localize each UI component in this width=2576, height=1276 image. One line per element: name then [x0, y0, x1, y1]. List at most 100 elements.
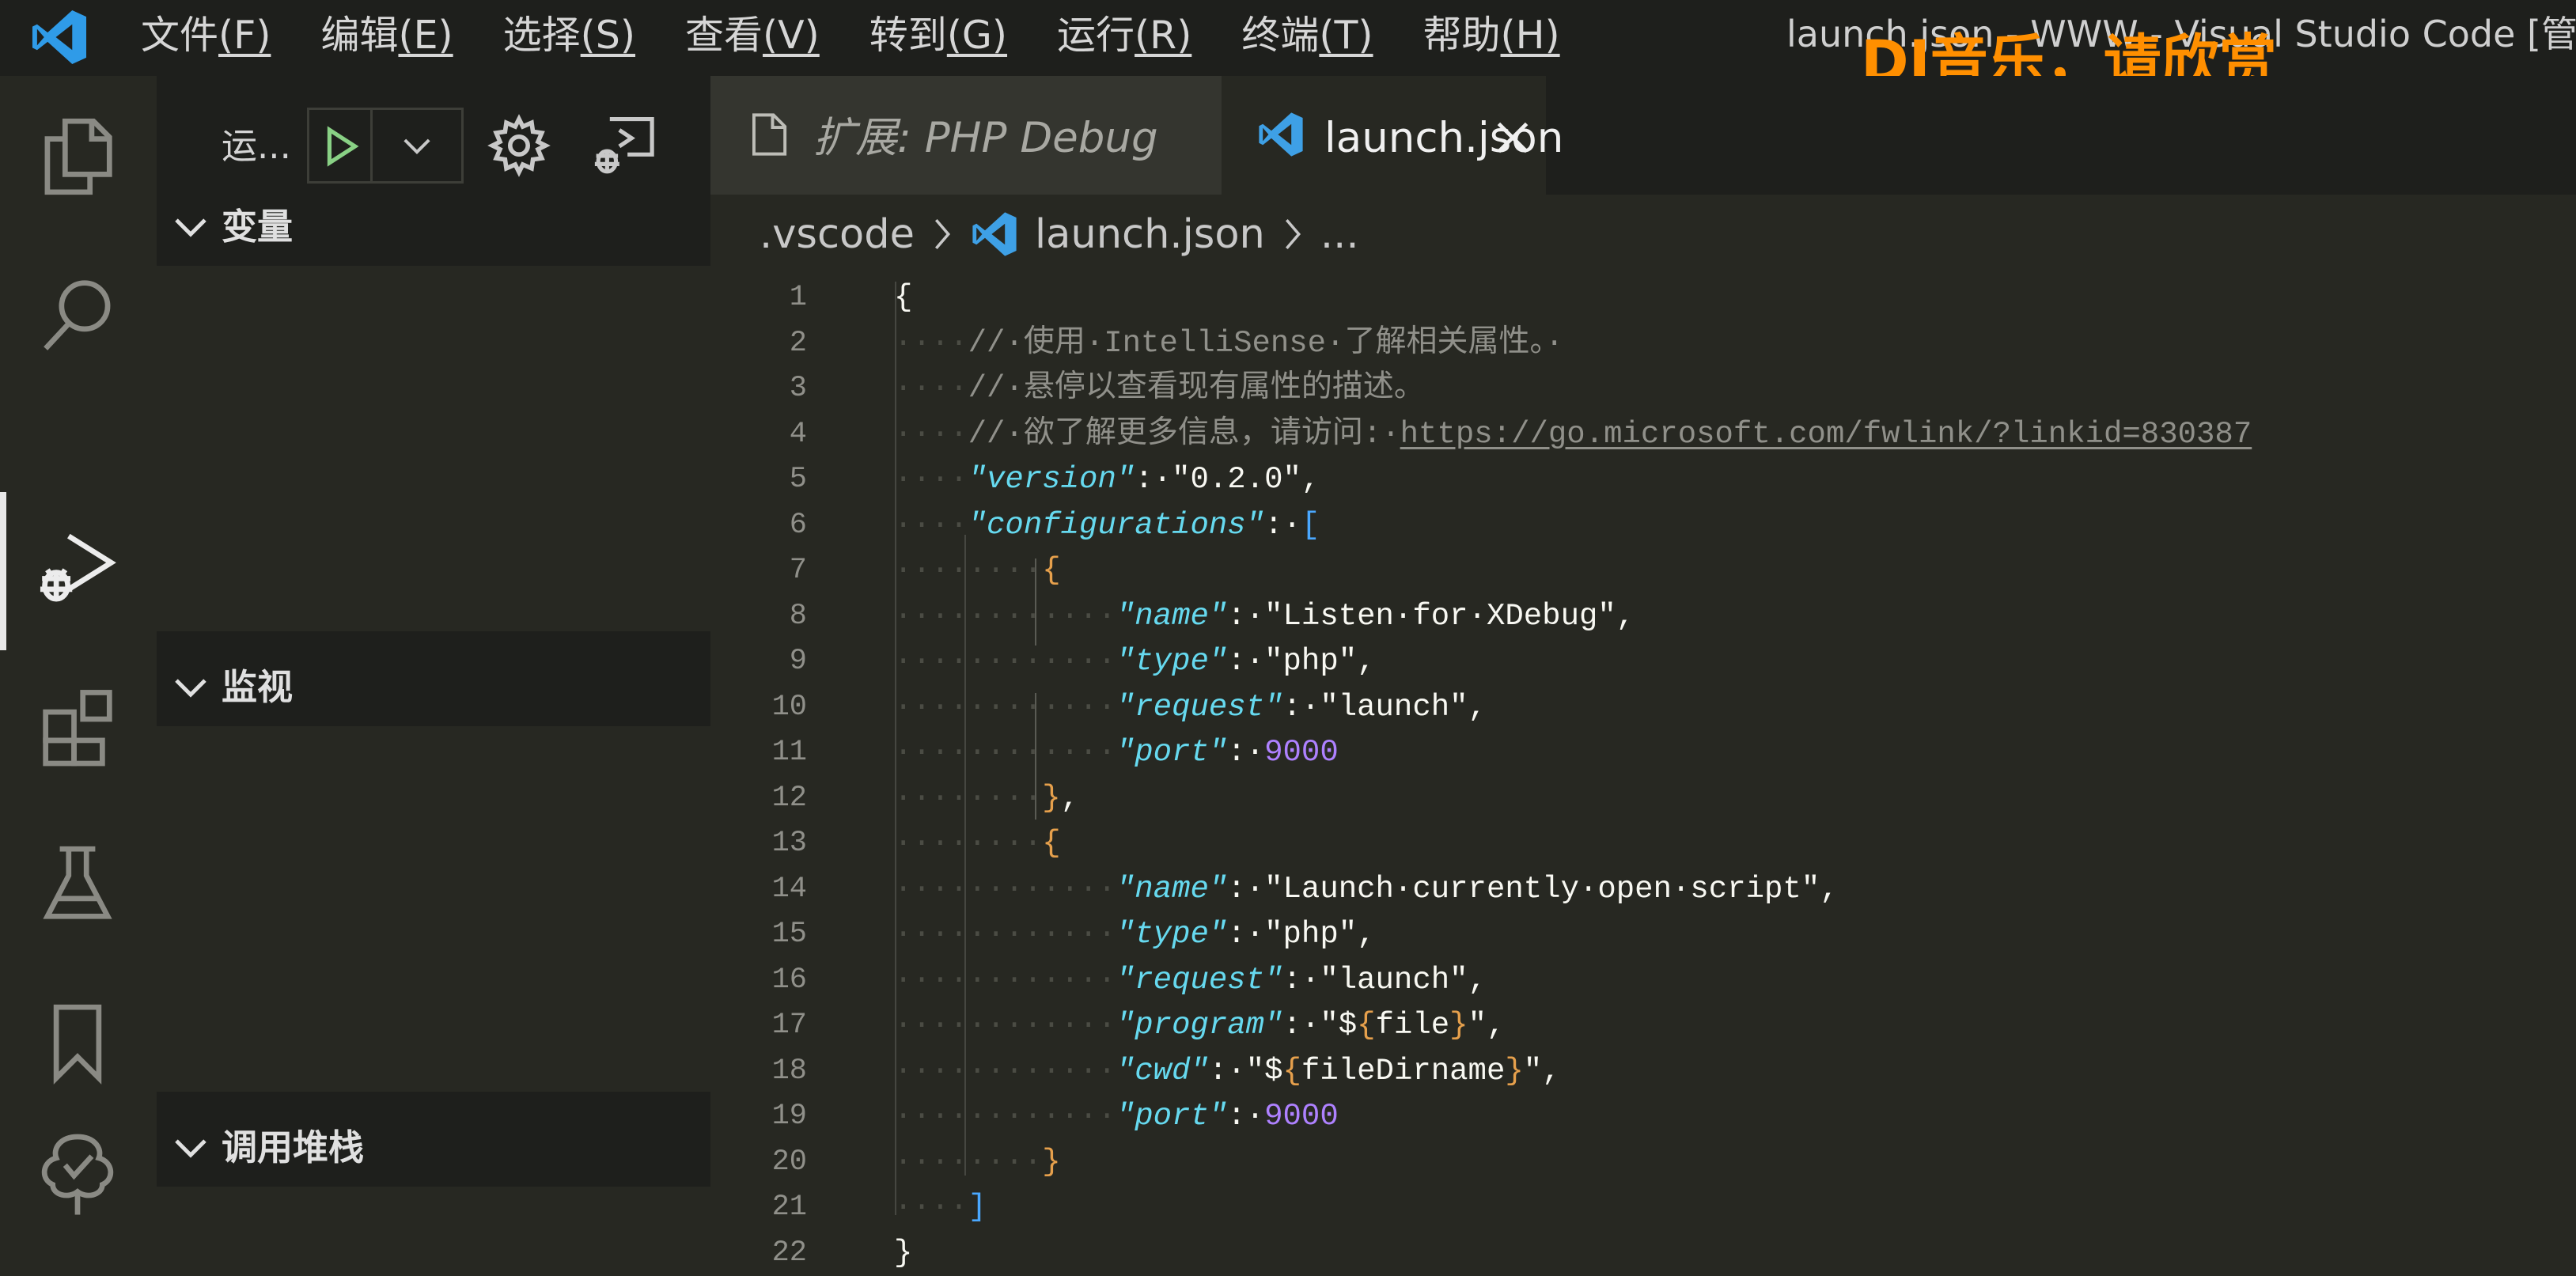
line-number: 12 [710, 776, 807, 822]
code-token: { [1042, 826, 1060, 861]
vscode-file-icon [1256, 111, 1305, 158]
menu-item[interactable]: 帮助(H) [1423, 8, 1560, 63]
code-token: ···· [894, 1190, 968, 1225]
breadcrumb-symbol[interactable]: ... [1320, 211, 1359, 258]
code-token: ············ [894, 735, 1116, 770]
code-line[interactable]: 11············"port":·9000 [710, 730, 2576, 776]
line-number: 6 [710, 503, 807, 549]
menu-item[interactable]: 选择(S) [503, 8, 635, 63]
search-icon[interactable] [33, 271, 122, 359]
code-line[interactable]: 8············"name":·"Listen·for·XDebug"… [710, 594, 2576, 640]
code-token: "port" [1116, 1099, 1227, 1134]
explorer-icon[interactable] [33, 112, 122, 201]
code-line[interactable]: 18············"cwd":·"${fileDirname}", [710, 1049, 2576, 1095]
code-line[interactable]: 6····"configurations":·[ [710, 503, 2576, 549]
breadcrumb-folder[interactable]: .vscode [760, 211, 915, 258]
menu-item[interactable]: 终端(T) [1241, 8, 1373, 63]
code-token: //·使用·IntelliSense·了解相关属性。· [968, 326, 1564, 361]
call-stack-panel [157, 1187, 710, 1239]
code-line[interactable]: 16············"request":·"launch", [710, 958, 2576, 1004]
code-token: , [1357, 644, 1375, 679]
line-number: 16 [710, 958, 807, 1004]
code-line[interactable]: 7········{ [710, 548, 2576, 594]
code-token: "name" [1116, 872, 1227, 907]
code-line[interactable]: 15············"type":·"php", [710, 912, 2576, 958]
start-debugging-button[interactable] [307, 108, 370, 184]
code-line[interactable]: 22} [710, 1231, 2576, 1276]
menu-item[interactable]: 编辑(E) [320, 8, 453, 63]
code-token: ········ [894, 781, 1042, 816]
chevron-down-icon [172, 1134, 209, 1163]
code-line[interactable]: 13········{ [710, 821, 2576, 867]
code-token: "port" [1116, 735, 1227, 770]
line-number: 17 [710, 1003, 807, 1049]
code-token: "Listen·for·XDebug" [1264, 599, 1616, 634]
code-token: ········ [894, 1145, 1042, 1179]
breadcrumb-file[interactable]: launch.json [1035, 211, 1265, 258]
code-line[interactable]: 4····//·欲了解更多信息，请访问:·https://go.microsof… [710, 412, 2576, 458]
code-line[interactable]: 3····//·悬停以查看现有属性的描述。 [710, 366, 2576, 412]
code-token: , [1357, 917, 1375, 952]
line-number: 7 [710, 548, 807, 594]
code-text: ············"port":·9000 [894, 1094, 1339, 1140]
code-line[interactable]: 2····//·使用·IntelliSense·了解相关属性。· [710, 321, 2576, 367]
code-line[interactable]: 5····"version":·"0.2.0", [710, 457, 2576, 503]
code-text: ············"name":·"Launch·currently·op… [894, 867, 1839, 913]
code-line[interactable]: 14············"name":·"Launch·currently·… [710, 867, 2576, 913]
code-token: , [1468, 963, 1487, 998]
code-line[interactable]: 20 ········} [710, 1140, 2576, 1186]
menu-item[interactable]: 运行(R) [1057, 8, 1191, 63]
run-config-label[interactable]: 运... [222, 119, 291, 174]
code-line[interactable]: 12········}, [710, 776, 2576, 822]
code-token: :· [1227, 917, 1264, 952]
code-token: "$ [1320, 1008, 1357, 1043]
run-debug-icon[interactable] [33, 524, 122, 612]
editor-tabs: 扩展: PHP Debug launch.json [710, 76, 2576, 195]
line-number: 2 [710, 321, 807, 367]
debug-console-icon[interactable] [588, 112, 659, 180]
testing-icon[interactable] [33, 840, 122, 929]
code-token: ] [968, 1190, 987, 1225]
code-token: :· [1227, 644, 1264, 679]
chevron-right-icon [932, 216, 953, 252]
code-token: ", [1468, 1008, 1506, 1043]
variables-section-header[interactable]: 变量 [157, 191, 710, 263]
line-number: 10 [710, 685, 807, 731]
code-line[interactable]: 9············"type":·"php", [710, 639, 2576, 685]
code-text: ············"port":·9000 [894, 730, 1339, 776]
call-stack-section-header[interactable]: 调用堆栈 [157, 1112, 710, 1183]
code-token: https://go.microsoft.com/fwlink/?linkid=… [1400, 417, 2252, 452]
launch-config-dropdown[interactable] [370, 108, 464, 184]
close-icon[interactable] [1495, 120, 1530, 155]
watch-section-header[interactable]: 监视 [157, 652, 710, 723]
code-token: } [1042, 1145, 1060, 1179]
section-title: 变量 [222, 201, 293, 253]
line-number: 15 [710, 912, 807, 958]
bookmarks-icon[interactable] [33, 998, 122, 1087]
code-token: ", [1524, 1054, 1561, 1089]
tab-launch-json[interactable]: launch.json [1222, 76, 1546, 195]
menu-item[interactable]: 查看(V) [685, 8, 820, 63]
code-line[interactable]: 21····] [710, 1185, 2576, 1231]
menu-item[interactable]: 文件(F) [141, 8, 271, 63]
code-line[interactable]: 10············"request":·"launch", [710, 685, 2576, 731]
menu-item[interactable]: 转到(G) [869, 8, 1007, 63]
code-line[interactable]: 19············"port":·9000 [710, 1094, 2576, 1140]
extensions-icon[interactable] [33, 682, 122, 771]
code-line[interactable]: 17············"program":·"${file}", [710, 1003, 2576, 1049]
code-editor[interactable]: 1{2····//·使用·IntelliSense·了解相关属性。·3····/… [710, 266, 2576, 1239]
gear-icon[interactable] [487, 114, 551, 177]
code-line[interactable]: 1{ [710, 275, 2576, 321]
menu-item-label: 运行 [1057, 13, 1135, 58]
line-number: 20 [710, 1140, 807, 1186]
code-token: "request" [1116, 690, 1283, 725]
tab-php-debug-extension[interactable]: 扩展: PHP Debug [710, 76, 1222, 195]
code-text: { [894, 275, 912, 321]
menu-item-accelerator: (R) [1135, 13, 1191, 58]
remote-icon[interactable] [33, 1130, 122, 1218]
code-token: :· [1227, 599, 1264, 634]
code-token: , [1820, 872, 1838, 907]
code-token: fileDirname [1301, 1054, 1505, 1089]
code-token: :· [1264, 508, 1301, 543]
menu-item-label: 文件 [141, 13, 218, 58]
